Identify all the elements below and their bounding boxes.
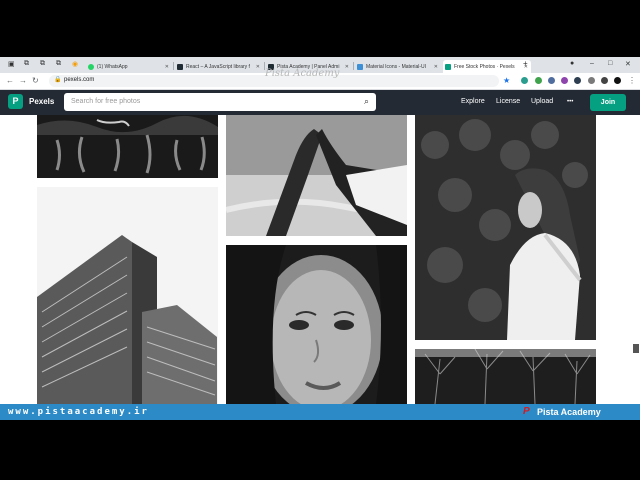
footer-banner: www.pistaacademy.ir P Pista Academy xyxy=(0,404,640,420)
maximize-icon[interactable]: □ xyxy=(608,60,612,67)
profile-icon[interactable] xyxy=(614,77,621,84)
more-icon[interactable]: ••• xyxy=(567,99,573,105)
photo-trees[interactable] xyxy=(415,349,596,404)
pinned-tab-icon[interactable]: ⧉ xyxy=(56,60,61,68)
tab-whatsapp[interactable]: (1) WhatsApp ✕ xyxy=(86,60,172,73)
menu-dots-icon[interactable]: ⋮ xyxy=(628,76,636,85)
footer-site-url: www.pistaacademy.ir xyxy=(8,407,149,417)
photo-hands-image xyxy=(226,115,407,236)
whatsapp-icon xyxy=(88,63,94,70)
pinned-tab-icon[interactable]: ⧉ xyxy=(24,60,29,68)
tab-react[interactable]: React – A JavaScript library f ✕ xyxy=(175,60,263,73)
forward-arrow-icon[interactable]: → xyxy=(19,76,27,85)
photo-woman-hedge[interactable] xyxy=(415,115,596,340)
tab-title: (1) WhatsApp xyxy=(97,63,128,70)
photo-water-reflection-image xyxy=(37,115,218,178)
photo-woman-hedge-image xyxy=(415,115,596,340)
extension-icon[interactable] xyxy=(521,77,528,84)
tab-list-icon[interactable]: ▣ xyxy=(8,60,15,68)
pexels-header: P Pexels Search for free photos ⌕ Explor… xyxy=(0,90,640,115)
url-text: pexels.com xyxy=(64,77,95,83)
pexels-favicon-icon xyxy=(445,63,451,70)
close-icon[interactable]: ✕ xyxy=(434,64,438,70)
search-input[interactable]: Search for free photos ⌕ xyxy=(64,93,376,111)
pexels-logo[interactable]: P xyxy=(8,94,23,109)
photo-woman-portrait-image xyxy=(226,245,407,404)
react-icon xyxy=(177,63,183,70)
tab-separator xyxy=(353,62,354,70)
pinned-tab-icon[interactable]: ◉ xyxy=(72,60,78,68)
nav-license[interactable]: License xyxy=(496,98,520,105)
extension-icon[interactable] xyxy=(561,77,568,84)
photo-grid xyxy=(0,115,640,404)
reload-icon[interactable]: ↻ xyxy=(32,76,39,85)
photo-trees-image xyxy=(415,349,596,404)
star-icon[interactable]: ★ xyxy=(503,76,510,85)
tab-pexels[interactable]: Free Stock Photos · Pexels ✕ xyxy=(443,60,531,73)
avatar[interactable] xyxy=(601,77,608,84)
material-ui-icon xyxy=(357,63,363,70)
photo-woman-portrait[interactable] xyxy=(226,245,407,404)
tab-material-icons[interactable]: Material Icons - Material-UI ✕ xyxy=(355,60,441,73)
tab-separator xyxy=(173,62,174,70)
minimize-icon[interactable]: – xyxy=(590,60,594,67)
extension-icon[interactable] xyxy=(548,77,555,84)
pista-logo-icon: P xyxy=(523,406,530,417)
join-button[interactable]: Join xyxy=(590,94,626,111)
lock-icon: 🔒 xyxy=(54,77,62,83)
new-tab-button[interactable]: + xyxy=(523,59,528,68)
close-icon[interactable]: ✕ xyxy=(256,64,260,70)
nav-explore[interactable]: Explore xyxy=(461,98,485,105)
close-icon[interactable]: ✕ xyxy=(345,64,349,70)
photo-water-reflection[interactable] xyxy=(37,115,218,178)
tab-title: Free Stock Photos · Pexels xyxy=(454,63,515,70)
footer-brand: Pista Academy xyxy=(537,407,601,417)
tab-search-icon[interactable]: ● xyxy=(570,60,574,67)
pinned-tab-icon[interactable]: ⧉ xyxy=(40,60,45,68)
photo-hands[interactable] xyxy=(226,115,407,236)
photo-building-image xyxy=(37,187,218,404)
back-arrow-icon[interactable]: ← xyxy=(6,76,14,85)
extension-icon[interactable] xyxy=(535,77,542,84)
close-window-icon[interactable]: ✕ xyxy=(625,60,631,68)
extension-icon[interactable] xyxy=(574,77,581,84)
scrollbar-thumb[interactable] xyxy=(633,344,639,353)
search-icon[interactable]: ⌕ xyxy=(364,96,369,107)
nav-upload[interactable]: Upload xyxy=(531,98,553,105)
tab-title: Material Icons - Material-UI xyxy=(366,63,427,70)
brand-name[interactable]: Pexels xyxy=(29,97,54,106)
close-icon[interactable]: ✕ xyxy=(165,64,169,70)
photo-building[interactable] xyxy=(37,187,218,404)
watermark: Pista Academy xyxy=(265,68,340,79)
tab-title: React – A JavaScript library f xyxy=(186,63,250,70)
search-placeholder: Search for free photos xyxy=(71,98,141,105)
extension-icon[interactable] xyxy=(588,77,595,84)
